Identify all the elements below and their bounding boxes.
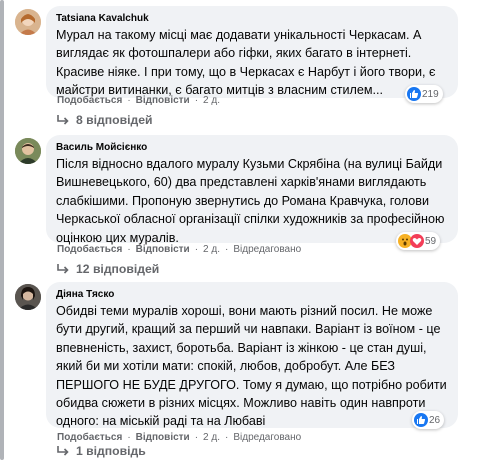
edited-label[interactable]: Відредаговано [233,432,301,443]
like-button[interactable]: Подобається [57,95,122,106]
reaction-count: 219 [422,88,439,100]
comment-author[interactable]: Tatsiana Kavalchuk [56,12,448,25]
comment-actions: Подобається · Відповісти · 2 д. · Відредагован… [57,432,302,443]
comment-1: Tatsiana Kavalchuk Мурал на такому місці… [0,0,479,140]
comment-text: Обидві теми муралів хороші, вони мають р… [56,304,447,429]
reply-button[interactable]: Відповісти [136,95,190,106]
like-button[interactable]: Подобається [57,244,122,255]
comment-timestamp[interactable]: 2 д. [203,244,220,255]
comment-timestamp[interactable]: 2 д. [203,432,220,443]
avatar[interactable] [15,284,41,310]
comment-actions: Подобається · Відповісти · 2 д. · Відредагован… [57,244,302,255]
like-button[interactable]: Подобається [57,432,122,443]
reply-button[interactable]: Відповісти [136,432,190,443]
reaction-summary[interactable]: 219 [405,85,443,103]
comment-author[interactable]: Василь Мойсієнко [56,141,448,154]
view-replies-button[interactable]: 8 відповідей [56,113,152,127]
avatar[interactable] [15,138,41,164]
like-reaction-icon [414,413,428,427]
comment-bubble: Tatsiana Kavalchuk Мурал на такому місці… [46,6,458,98]
comment-author[interactable]: Діяна Тяско [56,288,448,301]
heart-reaction-icon [410,234,424,248]
comment-text: Після відносно вдалого муралу Кузьми Скр… [56,157,445,245]
comment-actions: Подобається · Відповісти · 2 д. [57,95,220,106]
comment-text: Мурал на такому місці має додавати уніка… [56,28,436,98]
reaction-count: 26 [429,414,441,426]
comment-bubble: Василь Мойсієнко Після відносно вдалого … [46,135,458,245]
replies-count-label: 12 відповідей [76,262,160,276]
avatar[interactable] [15,9,41,35]
reaction-summary[interactable]: 59 [396,232,441,250]
reply-arrow-icon [57,264,69,274]
comment-2: Василь Мойсієнко Після відносно вдалого … [0,131,479,281]
comment-3: Діяна Тяско Обидві теми муралів хороші, … [0,282,479,460]
edited-label[interactable]: Відредаговано [233,244,301,255]
reply-button[interactable]: Відповісти [136,244,190,255]
comment-timestamp[interactable]: 2 д. [203,95,220,106]
view-replies-button[interactable]: 1 відповідь [56,444,146,458]
reply-arrow-icon [57,446,69,456]
replies-count-label: 1 відповідь [76,444,146,458]
replies-count-label: 8 відповідей [76,113,153,127]
reaction-summary[interactable]: 26 [412,411,445,429]
comment-bubble: Діяна Тяско Обидві теми муралів хороші, … [46,282,458,428]
view-replies-button[interactable]: 12 відповідей [56,262,159,276]
like-reaction-icon [407,87,421,101]
reaction-count: 59 [425,235,437,247]
reply-arrow-icon [57,115,69,125]
